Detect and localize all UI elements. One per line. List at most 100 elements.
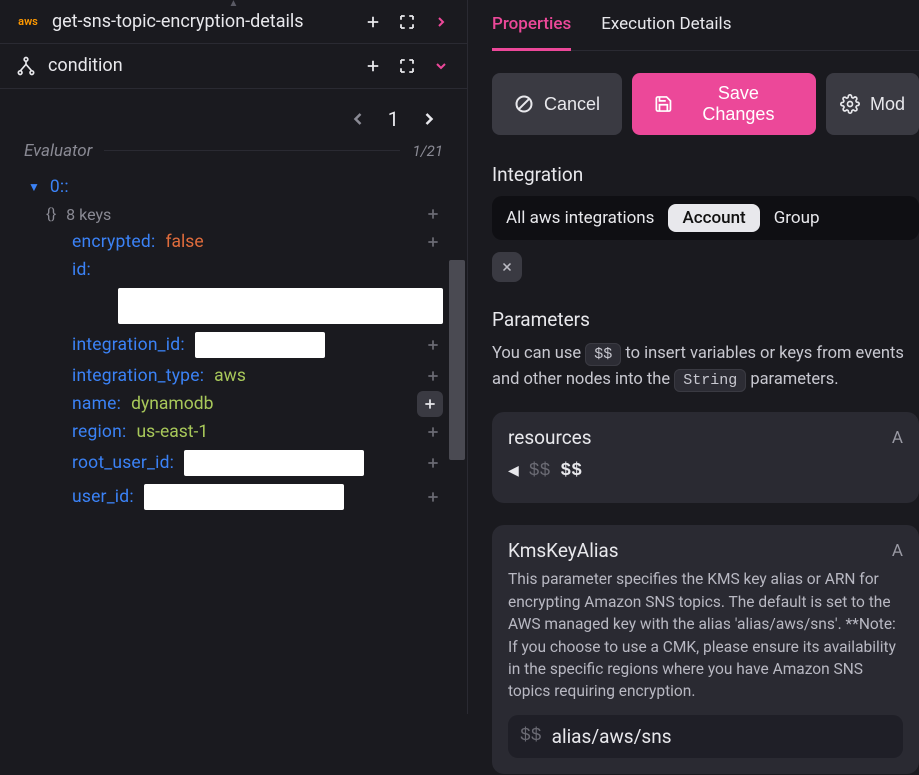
parameters-section: Parameters You can use $$ to insert vari… — [492, 308, 919, 774]
node-row-condition[interactable]: condition — [0, 44, 467, 88]
cancel-label: Cancel — [544, 94, 600, 115]
variable-token-ghost[interactable]: $$ — [520, 726, 542, 746]
param-help: This parameter specifies the KMS key ali… — [508, 568, 903, 703]
pager-prev-icon[interactable] — [348, 109, 368, 129]
chevron-right-icon[interactable] — [431, 12, 451, 32]
node-title: condition — [48, 54, 351, 77]
button-row: Cancel Save Changes Mod — [492, 73, 919, 135]
json-value: dynamodb — [131, 394, 213, 414]
cancel-icon — [514, 94, 534, 114]
scrollbar-thumb[interactable] — [449, 260, 465, 460]
node-actions — [363, 56, 451, 76]
tree-row-integration-id[interactable]: integration_id — [28, 328, 443, 362]
tabs: Properties Execution Details — [492, 14, 919, 51]
pager-next-icon[interactable] — [419, 109, 439, 129]
redacted-value — [118, 288, 443, 324]
add-key-icon[interactable] — [423, 422, 443, 442]
gear-icon — [840, 94, 860, 114]
tab-properties[interactable]: Properties — [492, 14, 571, 51]
tree-row-name[interactable]: name dynamodb — [28, 390, 443, 418]
pager: 1 — [0, 89, 467, 131]
json-value: us-east-1 — [136, 422, 208, 442]
add-key-icon[interactable] — [423, 366, 443, 386]
tree-index: 0: — [50, 177, 69, 197]
integration-group[interactable]: Group — [774, 208, 820, 228]
caret-down-icon[interactable]: ▼ — [28, 180, 40, 194]
evaluator-label: Evaluator — [24, 141, 92, 161]
code-chip: $$ — [585, 343, 621, 366]
json-tree: ▼ 0: {} 8 keys encrypted false id — [0, 167, 467, 534]
parameters-label: Parameters — [492, 308, 919, 331]
tree-row-root-user-id[interactable]: root_user_id — [28, 446, 443, 480]
evaluator-count: 1/21 — [412, 142, 443, 160]
add-key-icon[interactable] — [423, 453, 443, 473]
integration-selector[interactable]: All aws integrations Account Group — [492, 196, 919, 240]
tree-row-id[interactable]: id — [28, 256, 443, 284]
more-button[interactable]: Mod — [826, 73, 919, 135]
json-value: false — [165, 232, 203, 252]
parameters-description: You can use $$ to insert variables or ke… — [492, 341, 919, 392]
branch-icon — [16, 56, 36, 76]
tree-summary[interactable]: {} 8 keys — [28, 201, 443, 228]
param-value[interactable]: ◀ $$ $$ — [508, 455, 903, 487]
redacted-value — [195, 332, 325, 358]
right-panel: Properties Execution Details Cancel Save… — [468, 0, 919, 714]
add-key-icon[interactable] — [423, 487, 443, 507]
save-button[interactable]: Save Changes — [632, 73, 816, 135]
json-key: id — [72, 260, 91, 280]
param-kmskeyalias: KmsKeyAlias A This parameter specifies t… — [492, 525, 919, 774]
json-key: integration_type — [72, 366, 204, 386]
add-key-icon[interactable] — [423, 335, 443, 355]
redacted-value — [144, 484, 344, 510]
node-row-get-sns[interactable]: aws get-sns-topic-encryption-details — [0, 0, 467, 44]
variable-token-ghost: $$ — [529, 461, 551, 481]
more-label: Mod — [870, 94, 905, 115]
param-value-input[interactable]: $$ alias/aws/sns — [508, 715, 903, 758]
tree-row-integration-type[interactable]: integration_type aws — [28, 362, 443, 390]
json-key: name — [72, 394, 121, 414]
tree-row-id-value — [28, 284, 443, 328]
cancel-button[interactable]: Cancel — [492, 73, 622, 135]
integration-account[interactable]: Account — [668, 204, 759, 232]
braces-icon: {} — [46, 205, 56, 223]
variable-token[interactable]: $$ — [560, 461, 582, 481]
json-key: region — [72, 422, 126, 442]
tree-root[interactable]: ▼ 0: — [28, 173, 443, 201]
evaluator-body: 1 Evaluator 1/21 ▼ 0: {} 8 keys — [0, 89, 467, 714]
code-chip: String — [674, 369, 746, 392]
tree-row-encrypted[interactable]: encrypted false — [28, 228, 443, 256]
param-type-indicator[interactable]: A — [892, 541, 903, 561]
tree-row-user-id[interactable]: user_id — [28, 480, 443, 514]
tree-row-region[interactable]: region us-east-1 — [28, 418, 443, 446]
json-key: encrypted — [72, 232, 155, 252]
integration-label: Integration — [492, 163, 919, 186]
add-key-icon[interactable] — [417, 391, 443, 417]
expand-icon[interactable] — [397, 12, 417, 32]
pager-current: 1 — [388, 107, 399, 131]
tab-execution-details[interactable]: Execution Details — [601, 14, 731, 50]
integration-all[interactable]: All aws integrations — [506, 208, 654, 228]
add-key-icon[interactable] — [423, 232, 443, 252]
json-key: integration_id — [72, 335, 185, 355]
save-icon — [654, 94, 673, 114]
evaluator-label-row: Evaluator 1/21 — [0, 131, 467, 167]
node-title: get-sns-topic-encryption-details — [52, 10, 351, 33]
add-icon[interactable] — [363, 12, 383, 32]
param-resources: resources A ◀ $$ $$ — [492, 412, 919, 503]
json-key: root_user_id — [72, 453, 174, 473]
param-value-text[interactable]: alias/aws/sns — [552, 725, 672, 748]
aws-icon: aws — [16, 14, 40, 30]
divider — [104, 150, 400, 151]
param-type-indicator[interactable]: A — [892, 428, 903, 448]
json-value: aws — [214, 366, 246, 386]
save-label: Save Changes — [683, 83, 794, 125]
clear-integration-icon[interactable] — [492, 252, 522, 282]
chevron-down-icon[interactable] — [431, 56, 451, 76]
add-icon[interactable] — [363, 56, 383, 76]
left-panel: ▲ aws get-sns-topic-encryption-details c… — [0, 0, 468, 714]
node-actions — [363, 12, 451, 32]
caret-left-icon[interactable]: ◀ — [508, 463, 519, 479]
redacted-value — [184, 450, 364, 476]
add-key-icon[interactable] — [423, 204, 443, 224]
expand-icon[interactable] — [397, 56, 417, 76]
